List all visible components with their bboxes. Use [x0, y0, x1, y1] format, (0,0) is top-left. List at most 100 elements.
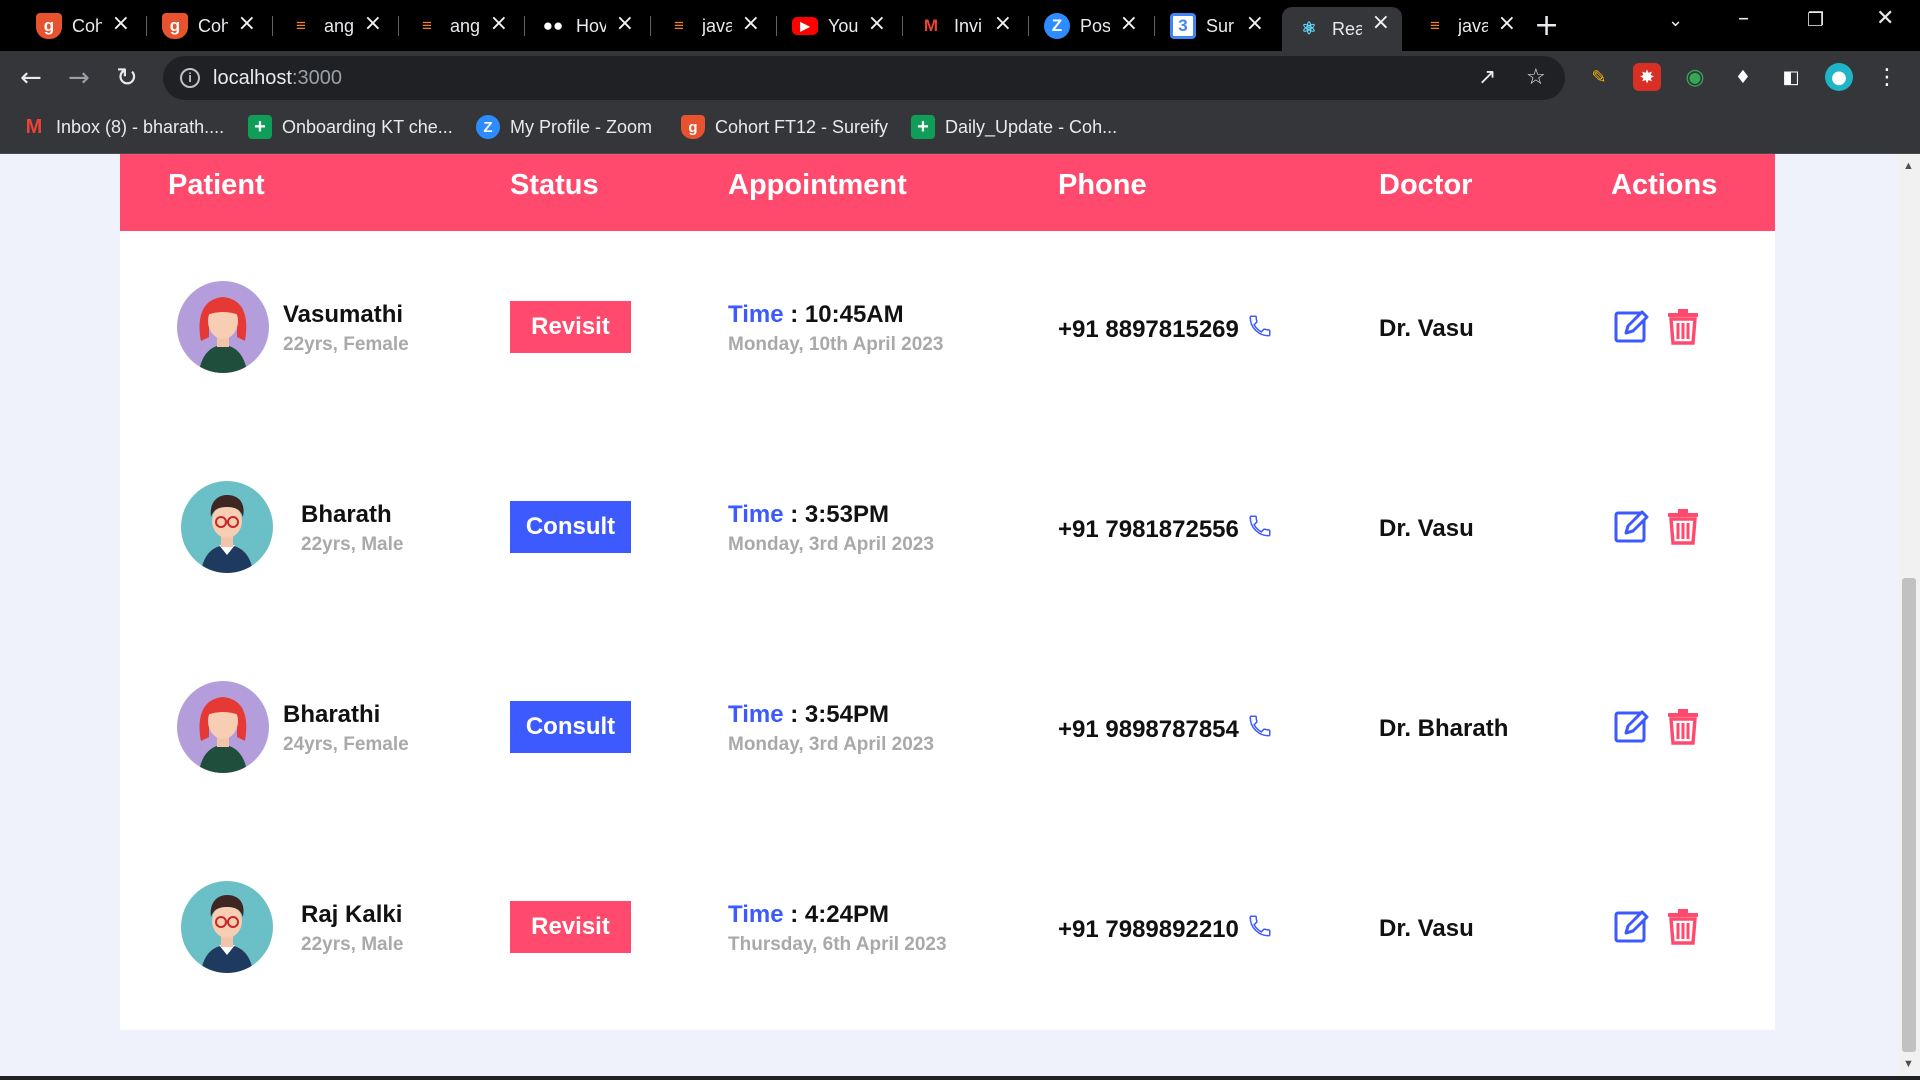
- tab-title: Sur: [1206, 15, 1235, 36]
- browser-tab[interactable]: ≡ java ×: [1408, 8, 1528, 44]
- reload-button[interactable]: ↻: [116, 63, 138, 93]
- bookmark-item[interactable]: M Inbox (8) - bharath....: [22, 115, 224, 139]
- close-tab-icon[interactable]: ×: [616, 11, 634, 36]
- page-scrollbar[interactable]: ▲ ▼: [1898, 154, 1920, 1076]
- zoom-icon: Z: [476, 115, 500, 139]
- close-window-button[interactable]: ✕: [1876, 6, 1894, 31]
- close-tab-icon[interactable]: ×: [868, 11, 886, 36]
- address-bar[interactable]: i localhost:3000 ↗ ☆: [163, 56, 1565, 100]
- browser-tab[interactable]: ⚛ Rea ×: [1282, 7, 1402, 51]
- bookmark-item[interactable]: Z My Profile - Zoom: [476, 115, 652, 139]
- browser-tab[interactable]: ≡ ang ×: [400, 8, 520, 44]
- time-value: 4:24PM: [804, 901, 889, 928]
- bookmark-label: Daily_Update - Coh...: [945, 116, 1118, 137]
- bookmark-star-icon[interactable]: ☆: [1526, 65, 1546, 90]
- close-tab-icon[interactable]: ×: [994, 11, 1012, 36]
- tab-search-icon[interactable]: ⌄: [1668, 10, 1683, 31]
- close-tab-icon[interactable]: ×: [1498, 11, 1516, 36]
- gmail-icon: M: [25, 115, 43, 138]
- browser-toolbar: ← → ↻ i localhost:3000 ↗ ☆ ✎ ✸ ◉ ♦ ◧ ● ⋮: [0, 51, 1920, 105]
- patient-phone: +91 8897815269: [1058, 313, 1273, 346]
- female-avatar: [177, 681, 269, 773]
- edit-icon[interactable]: [1614, 307, 1650, 345]
- close-tab-icon[interactable]: ×: [112, 11, 130, 36]
- pen-extension-icon[interactable]: ✎: [1585, 63, 1613, 91]
- bookmark-item[interactable]: g Cohort FT12 - Sureify: [681, 115, 888, 139]
- close-tab-icon[interactable]: ×: [238, 11, 256, 36]
- browser-tab[interactable]: Z Pos ×: [1030, 8, 1150, 44]
- header-patient: Patient: [168, 169, 265, 201]
- delete-icon[interactable]: [1665, 307, 1701, 345]
- edit-icon[interactable]: [1614, 907, 1650, 945]
- appointment-date: Monday, 10th April 2023: [728, 334, 944, 355]
- back-button[interactable]: ←: [20, 63, 42, 93]
- edit-icon[interactable]: [1614, 507, 1650, 545]
- restore-button[interactable]: ❐: [1807, 9, 1824, 31]
- browser-tab[interactable]: ▶ You ×: [778, 8, 898, 44]
- phone-icon[interactable]: [1239, 913, 1273, 946]
- react-icon: ⚛: [1301, 19, 1317, 38]
- extension-icon[interactable]: ✸: [1633, 63, 1661, 91]
- profile-avatar[interactable]: ●: [1825, 63, 1853, 91]
- page-viewport: Patient Status Appointment Phone Doctor …: [0, 154, 1898, 1076]
- phone-icon[interactable]: [1239, 713, 1273, 746]
- table-row: Raj Kalki 22yrs, Male Revisit Time : 4:24PM…: [120, 831, 1775, 1031]
- time-separator: :: [783, 301, 805, 328]
- delete-icon[interactable]: [1665, 907, 1701, 945]
- status-badge[interactable]: Consult: [510, 701, 631, 753]
- bookmark-item[interactable]: + Onboarding KT che...: [248, 115, 453, 139]
- browser-tab[interactable]: g Coh ×: [22, 8, 142, 44]
- shield-icon: g: [36, 13, 62, 39]
- bookmark-item[interactable]: + Daily_Update - Coh...: [911, 115, 1117, 139]
- phone-icon[interactable]: [1239, 313, 1273, 346]
- patient-age-gender: 22yrs, Female: [283, 334, 409, 355]
- close-tab-icon[interactable]: ×: [1372, 10, 1390, 35]
- tab-title: Hov: [576, 15, 606, 36]
- time-separator: :: [783, 501, 805, 528]
- browser-tab[interactable]: g Coh ×: [148, 8, 268, 44]
- new-tab-button[interactable]: +: [1534, 8, 1559, 43]
- status-badge[interactable]: Revisit: [510, 301, 631, 353]
- close-tab-icon[interactable]: ×: [742, 11, 760, 36]
- address-url[interactable]: localhost:3000: [213, 67, 342, 90]
- close-tab-icon[interactable]: ×: [1246, 11, 1264, 36]
- bookmark-label: Inbox (8) - bharath....: [56, 116, 225, 137]
- side-panel-icon[interactable]: ◧: [1777, 63, 1805, 91]
- scroll-up-arrow[interactable]: ▲: [1903, 160, 1914, 172]
- edit-icon[interactable]: [1614, 707, 1650, 745]
- forward-button[interactable]: →: [68, 63, 90, 93]
- extensions-puzzle-icon[interactable]: ♦: [1729, 63, 1757, 91]
- phone-number: +91 7981872556: [1058, 515, 1239, 543]
- close-tab-icon[interactable]: ×: [364, 11, 382, 36]
- table-row: Bharathi 24yrs, Female Consult Time : 3:54P…: [120, 631, 1775, 831]
- patient-age-gender: 24yrs, Female: [283, 734, 409, 755]
- browser-tab[interactable]: 3 Sur ×: [1156, 8, 1276, 44]
- menu-kebab-icon[interactable]: ⋮: [1873, 63, 1901, 91]
- appointment-date: Monday, 3rd April 2023: [728, 734, 934, 755]
- appointment-time: Time : 3:54PM: [728, 701, 889, 729]
- share-icon[interactable]: ↗: [1478, 65, 1496, 90]
- close-tab-icon[interactable]: ×: [1120, 11, 1138, 36]
- scroll-down-arrow[interactable]: ▼: [1903, 1058, 1914, 1070]
- browser-tab[interactable]: ≡ java ×: [652, 8, 772, 44]
- appointment-time: Time : 3:53PM: [728, 501, 889, 529]
- doctor-name: Dr. Vasu: [1379, 915, 1474, 942]
- patient-age-gender: 22yrs, Male: [301, 534, 404, 555]
- appointment-date: Thursday, 6th April 2023: [728, 934, 947, 955]
- site-info-icon[interactable]: i: [180, 68, 200, 88]
- tab-separator: [650, 16, 651, 36]
- status-badge[interactable]: Revisit: [510, 901, 631, 953]
- delete-icon[interactable]: [1665, 707, 1701, 745]
- close-tab-icon[interactable]: ×: [490, 11, 508, 36]
- delete-icon[interactable]: [1665, 507, 1701, 545]
- browser-tab[interactable]: M Invi ×: [904, 8, 1024, 44]
- browser-tab[interactable]: ●● Hov ×: [526, 8, 646, 44]
- patient-name: Bharathi: [283, 701, 381, 728]
- phone-icon[interactable]: [1239, 513, 1273, 546]
- status-badge[interactable]: Consult: [510, 501, 631, 553]
- scrollbar-thumb[interactable]: [1902, 578, 1916, 1052]
- target-extension-icon[interactable]: ◉: [1681, 63, 1709, 91]
- browser-tab[interactable]: ≡ ang ×: [274, 8, 394, 44]
- doctor-name: Dr. Vasu: [1379, 515, 1474, 542]
- minimize-button[interactable]: –: [1738, 6, 1749, 31]
